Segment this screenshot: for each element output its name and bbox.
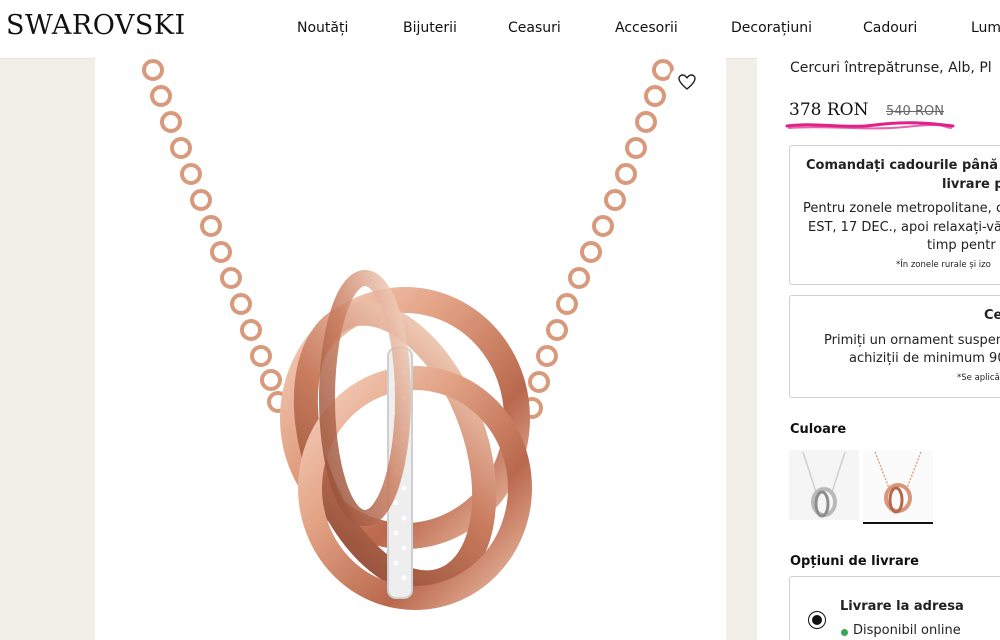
- nav-item-lumi[interactable]: Lum: [971, 20, 1000, 36]
- promo1-body-line1: Pentru zonele metropolitane, c: [803, 201, 1000, 216]
- color-section-title: Culoare: [790, 422, 847, 437]
- nav-item-noutati[interactable]: Noutăți: [297, 20, 348, 36]
- nav-item-ceasuri[interactable]: Ceasuri: [508, 20, 561, 36]
- promo1-body-line2: EST, 17 DEC., apoi relaxați-vă: [808, 220, 1000, 235]
- promo1-title-line1: Comandați cadourile până la: [806, 158, 1000, 173]
- ornament-offer-box: Ce Primiți un ornament suspen achiziții …: [789, 295, 1000, 398]
- heart-icon: [678, 74, 696, 90]
- promo2-title: Ce: [984, 308, 1000, 323]
- availability-dot-icon: [841, 629, 848, 636]
- nav-item-bijuterii[interactable]: Bijuterii: [403, 20, 457, 36]
- delivery-option-label: Livrare la adresa: [840, 599, 964, 614]
- brand-logo[interactable]: SWAROVSKI: [6, 10, 186, 41]
- rose-gold-necklace-swatch[interactable]: [863, 450, 933, 520]
- silver-necklace-icon: [802, 451, 846, 518]
- availability-status: Disponibil online: [853, 623, 961, 638]
- nav-item-cadouri[interactable]: Cadouri: [863, 20, 917, 36]
- price-highlight-underline: [785, 121, 955, 130]
- original-price: 540 RON: [886, 104, 944, 119]
- selected-swatch-indicator: [863, 522, 933, 524]
- promo1-body-line3: timp pentr: [927, 238, 996, 253]
- site-header: SWAROVSKI Noutăți Bijuterii Ceasuri Acce…: [0, 0, 1000, 59]
- nav-item-decoratiuni[interactable]: Decorațiuni: [731, 20, 812, 36]
- nav-item-accesorii[interactable]: Accesorii: [615, 20, 678, 36]
- product-subtitle: Cercuri întrepătrunse, Alb, Pl: [790, 60, 992, 76]
- necklace-image: [142, 59, 674, 610]
- current-price: 378 RON: [789, 100, 869, 120]
- promo2-note: *Se aplică: [957, 373, 1000, 383]
- product-details-panel: Cercuri întrepătrunse, Alb, Pl 378 RON 5…: [757, 58, 1000, 640]
- gift-order-deadline-box: Comandați cadourile până la livrare p Pe…: [789, 145, 1000, 285]
- delivery-radio-selected[interactable]: [808, 611, 826, 629]
- product-image-gallery: [95, 58, 726, 640]
- rose-gold-necklace-icon: [874, 451, 922, 514]
- promo1-note: *În zonele rurale și izo: [896, 260, 991, 270]
- promo2-body-line1: Primiți un ornament suspen: [824, 333, 1000, 348]
- delivery-section-title: Opțiuni de livrare: [790, 554, 919, 569]
- promo2-body-line2: achiziții de minimum 90: [849, 351, 1000, 366]
- promo1-title-line2: livrare p: [942, 177, 1000, 192]
- silver-necklace-swatch[interactable]: [789, 450, 859, 520]
- wishlist-button[interactable]: [669, 64, 705, 100]
